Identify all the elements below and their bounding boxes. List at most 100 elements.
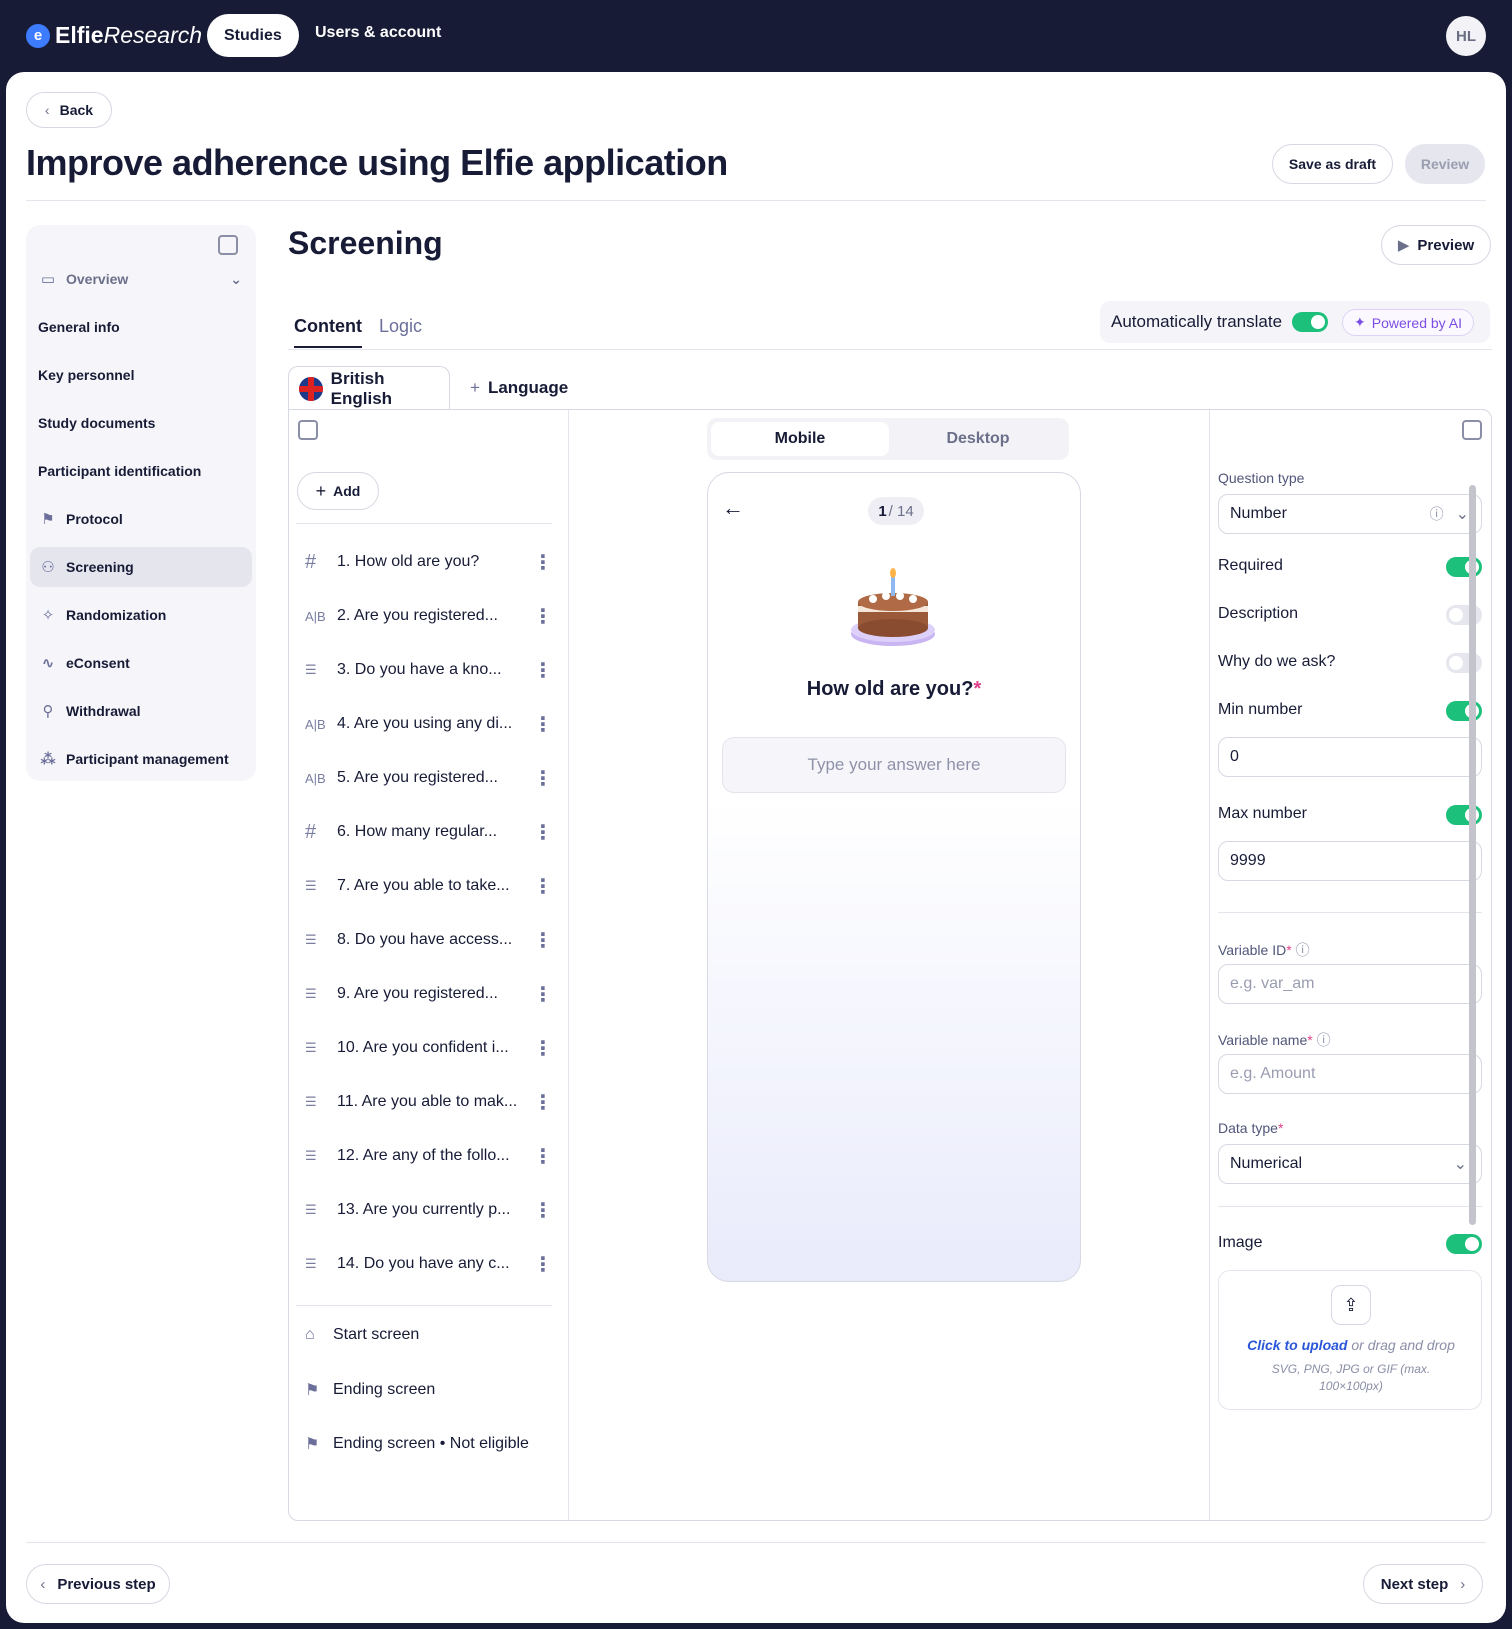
collapse-right-panel-icon[interactable]	[1462, 420, 1482, 440]
list-item[interactable]: #6. How many regular... ⋮	[297, 806, 553, 858]
data-type-select[interactable]: Numerical ⌄	[1218, 1144, 1482, 1184]
description-toggle[interactable]	[1446, 605, 1482, 625]
review-button[interactable]: Review	[1405, 144, 1485, 184]
list-item[interactable]: ☰ 3. Do you have a kno... ⋮	[297, 644, 553, 696]
list-item[interactable]: ☰ 11. Are you able to mak... ⋮	[297, 1076, 553, 1128]
help-icon[interactable]: ⓘ	[1430, 504, 1444, 524]
list-item[interactable]: ☰ 7. Are you able to take... ⋮	[297, 860, 553, 912]
preview-button[interactable]: ▶ Preview	[1381, 225, 1491, 265]
more-icon[interactable]: ⋮	[533, 766, 553, 791]
auto-translate-toggle[interactable]	[1292, 312, 1329, 332]
checklist-icon: ☰	[305, 1202, 317, 1217]
why-ask-toggle[interactable]	[1446, 653, 1482, 673]
plus-icon: +	[470, 378, 480, 397]
variable-name-label: Variable name* ⓘ	[1218, 1032, 1331, 1048]
help-icon[interactable]: ⓘ	[1317, 1032, 1331, 1048]
min-number-toggle[interactable]	[1446, 701, 1482, 721]
tab-content[interactable]: Content	[294, 316, 362, 337]
sidebar-item-randomization[interactable]: ✧ Randomization	[30, 595, 252, 635]
list-item[interactable]: ☰ 9. Are you registered... ⋮	[297, 968, 553, 1020]
image-upload-dropzone[interactable]: ⇪ Click to upload or drag and drop SVG, …	[1218, 1270, 1482, 1410]
list-item[interactable]: #1. How old are you? ⋮	[297, 536, 553, 588]
more-icon[interactable]: ⋮	[533, 550, 553, 575]
more-icon[interactable]: ⋮	[533, 820, 553, 845]
ending-screen-item[interactable]: ⚑ Ending screen	[305, 1380, 435, 1400]
more-icon[interactable]: ⋮	[533, 604, 553, 629]
list-item[interactable]: A|B 4. Are you using any di... ⋮	[297, 698, 553, 750]
required-toggle[interactable]	[1446, 557, 1482, 577]
sidebar-item-study-documents[interactable]: Study documents	[30, 403, 252, 443]
list-item[interactable]: ☰ 13. Are you currently p... ⋮	[297, 1184, 553, 1236]
flag-icon: ⚑	[305, 1382, 320, 1399]
more-icon[interactable]: ⋮	[533, 1036, 553, 1061]
sidebar-item-participant-identification[interactable]: Participant identification	[30, 451, 252, 491]
cake-illustration	[851, 568, 935, 646]
more-icon[interactable]: ⋮	[533, 1144, 553, 1169]
avatar[interactable]: HL	[1446, 16, 1486, 56]
elfie-research-logo[interactable]: e Elfie Research	[26, 22, 202, 49]
chevron-down-icon: ⌄	[1453, 1156, 1467, 1173]
sidebar-item-overview[interactable]: ▭ Overview ⌄	[30, 259, 252, 299]
next-step-button[interactable]: Next step ›	[1363, 1564, 1483, 1604]
nav-users-account[interactable]: Users & account	[315, 24, 441, 42]
add-language-button[interactable]: + Language	[470, 378, 568, 398]
previous-step-button[interactable]: ‹ Previous step	[26, 1564, 170, 1604]
list-item[interactable]: ☰ 10. Are you confident i... ⋮	[297, 1022, 553, 1074]
sidebar-item-protocol[interactable]: ⚑ Protocol	[30, 499, 252, 539]
back-button[interactable]: ‹ Back	[26, 92, 112, 128]
more-icon[interactable]: ⋮	[533, 982, 553, 1007]
sidebar: ▭ Overview ⌄ General info Key personnel …	[26, 225, 256, 781]
running-person-icon: ⚲	[42, 703, 54, 720]
more-icon[interactable]: ⋮	[533, 1090, 553, 1115]
min-number-input[interactable]: 0	[1218, 737, 1482, 777]
list-item[interactable]: ☰ 8. Do you have access... ⋮	[297, 914, 553, 966]
collapse-left-panel-icon[interactable]	[298, 420, 318, 440]
more-icon[interactable]: ⋮	[533, 1252, 553, 1277]
sidebar-item-withdrawal[interactable]: ⚲ Withdrawal	[30, 691, 252, 731]
sidebar-item-key-personnel[interactable]: Key personnel	[30, 355, 252, 395]
mobile-tab[interactable]: Mobile	[711, 422, 889, 456]
preview-answer-input[interactable]: Type your answer here	[722, 737, 1066, 793]
question-list-divider	[296, 523, 552, 524]
list-item[interactable]: A|B 5. Are you registered... ⋮	[297, 752, 553, 804]
sidebar-item-econsent[interactable]: ∿ eConsent	[30, 643, 252, 683]
checklist-icon: ☰	[305, 1256, 317, 1271]
users-icon: ⚇	[41, 559, 55, 576]
save-as-draft-button[interactable]: Save as draft	[1272, 144, 1393, 184]
signature-icon: ∿	[41, 655, 55, 672]
sidebar-item-participant-management[interactable]: ⁂ Participant management	[30, 739, 252, 779]
settings-scrollbar[interactable]	[1469, 485, 1476, 1225]
max-number-input[interactable]: 9999	[1218, 841, 1482, 881]
checklist-icon: ☰	[305, 932, 317, 947]
arrow-left-icon[interactable]: ←	[722, 495, 744, 521]
more-icon[interactable]: ⋮	[533, 1198, 553, 1223]
help-icon[interactable]: ⓘ	[1296, 942, 1310, 958]
list-item[interactable]: ☰ 14. Do you have any c... ⋮	[297, 1238, 553, 1290]
start-screen-item[interactable]: ⌂ Start screen	[305, 1326, 419, 1344]
list-item[interactable]: ☰ 12. Are any of the follo... ⋮	[297, 1130, 553, 1182]
chevron-down-icon: ⌄	[1455, 506, 1469, 523]
list-item[interactable]: A|B 2. Are you registered... ⋮	[297, 590, 553, 642]
nav-studies[interactable]: Studies	[207, 14, 299, 57]
ending-screen-not-eligible-item[interactable]: ⚑ Ending screen • Not eligible	[305, 1434, 529, 1454]
variable-id-input[interactable]: e.g. var_am	[1218, 964, 1482, 1004]
more-icon[interactable]: ⋮	[533, 874, 553, 899]
checklist-icon: ☰	[305, 662, 317, 677]
why-ask-label: Why do we ask?	[1218, 653, 1336, 670]
collapse-sidebar-icon[interactable]	[218, 235, 238, 255]
more-icon[interactable]: ⋮	[533, 712, 553, 737]
image-toggle[interactable]	[1446, 1234, 1482, 1254]
more-icon[interactable]: ⋮	[533, 928, 553, 953]
question-type-select[interactable]: Number ⓘ ⌄	[1218, 494, 1482, 534]
more-icon[interactable]: ⋮	[533, 658, 553, 683]
sidebar-item-screening[interactable]: ⚇ Screening	[30, 547, 252, 587]
click-to-upload-link[interactable]: Click to upload	[1247, 1337, 1347, 1353]
add-question-button[interactable]: + Add	[297, 472, 379, 510]
max-number-toggle[interactable]	[1446, 805, 1482, 825]
variable-name-input[interactable]: e.g. Amount	[1218, 1054, 1482, 1094]
language-tab-british-english[interactable]: British English	[288, 366, 450, 410]
desktop-tab[interactable]: Desktop	[889, 422, 1067, 456]
tab-logic[interactable]: Logic	[379, 316, 422, 337]
sidebar-item-general-info[interactable]: General info	[30, 307, 252, 347]
max-number-label: Max number	[1218, 805, 1307, 822]
